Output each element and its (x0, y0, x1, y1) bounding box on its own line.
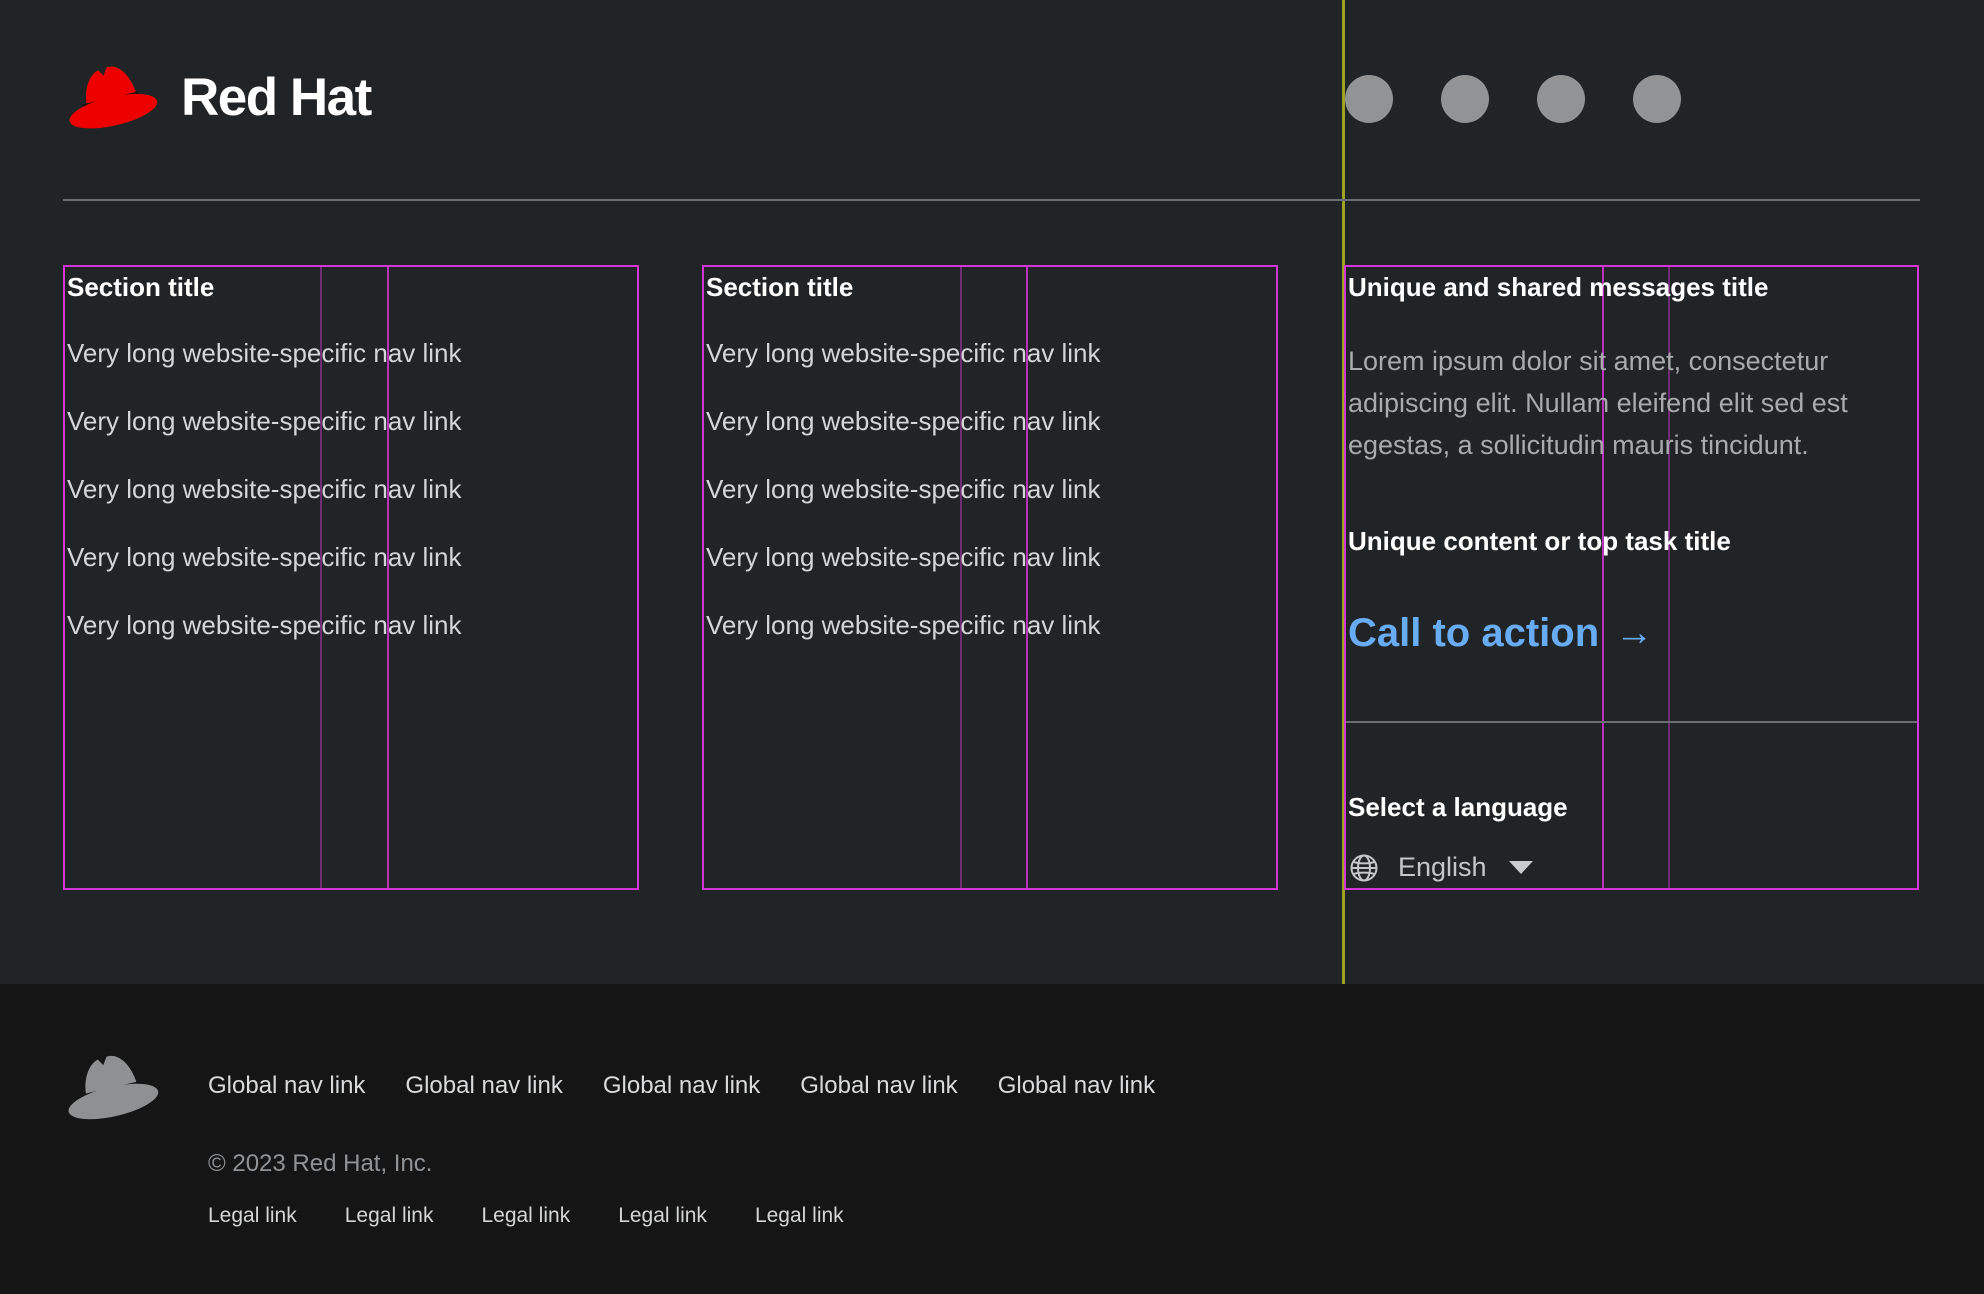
nav-link[interactable]: Very long website-specific nav link (67, 475, 637, 503)
arrow-right-icon: → (1615, 610, 1653, 656)
chevron-down-icon (1509, 861, 1533, 874)
globe-icon (1350, 854, 1378, 882)
language-selector[interactable]: English (1350, 852, 1533, 883)
social-icon-placeholder-2[interactable] (1441, 75, 1489, 123)
global-nav-link[interactable]: Global nav link (603, 1072, 760, 1100)
copyright-notice: © 2023 Red Hat, Inc. (208, 1150, 432, 1178)
legal-link[interactable]: Legal link (618, 1204, 707, 1228)
nav-link[interactable]: Very long website-specific nav link (67, 339, 637, 367)
language-title: Select a language (1348, 793, 1568, 821)
language-divider (1346, 721, 1917, 723)
nav-link[interactable]: Very long website-specific nav link (67, 407, 637, 435)
messages-section: Unique and shared messages title Lorem i… (1344, 265, 1919, 890)
nav-link[interactable]: Very long website-specific nav link (706, 339, 1276, 367)
redhat-hat-gray-icon (60, 1046, 162, 1128)
top-task-title: Unique content or top task title (1348, 527, 1917, 555)
nav-link[interactable]: Very long website-specific nav link (706, 611, 1276, 639)
nav-link[interactable]: Very long website-specific nav link (67, 543, 637, 571)
nav-link[interactable]: Very long website-specific nav link (67, 611, 637, 639)
header-divider (63, 199, 1920, 201)
redhat-footer-mockup: Red Hat Section title Very long website-… (0, 0, 1984, 1294)
social-icon-placeholder-3[interactable] (1537, 75, 1585, 123)
global-nav-link[interactable]: Global nav link (800, 1072, 957, 1100)
nav-section-2: Section title Very long website-specific… (702, 265, 1278, 890)
global-nav-link[interactable]: Global nav link (405, 1072, 562, 1100)
global-nav-links: Global nav link Global nav link Global n… (208, 1072, 1155, 1100)
cta-label: Call to action (1348, 610, 1599, 656)
social-icons-row (1345, 75, 1681, 123)
redhat-logo[interactable]: Red Hat (63, 56, 371, 138)
redhat-hat-icon (63, 56, 159, 138)
selected-language: English (1398, 852, 1487, 883)
call-to-action-link[interactable]: Call to action → (1348, 610, 1653, 656)
global-footer: Global nav link Global nav link Global n… (0, 984, 1984, 1294)
social-icon-placeholder-1[interactable] (1345, 75, 1393, 123)
section-title: Section title (706, 273, 1276, 301)
messages-title: Unique and shared messages title (1348, 273, 1917, 301)
legal-link[interactable]: Legal link (481, 1204, 570, 1228)
nav-link[interactable]: Very long website-specific nav link (706, 543, 1276, 571)
nav-link[interactable]: Very long website-specific nav link (706, 475, 1276, 503)
global-nav-link[interactable]: Global nav link (998, 1072, 1155, 1100)
redhat-wordmark: Red Hat (181, 67, 371, 128)
global-nav-link[interactable]: Global nav link (208, 1072, 365, 1100)
messages-body: Lorem ipsum dolor sit amet, consectetur … (1348, 340, 1917, 466)
nav-section-1: Section title Very long website-specific… (63, 265, 639, 890)
legal-links: Legal link Legal link Legal link Legal l… (208, 1204, 844, 1228)
section-title: Section title (67, 273, 637, 301)
legal-link[interactable]: Legal link (345, 1204, 434, 1228)
legal-link[interactable]: Legal link (208, 1204, 297, 1228)
legal-link[interactable]: Legal link (755, 1204, 844, 1228)
social-icon-placeholder-4[interactable] (1633, 75, 1681, 123)
nav-link[interactable]: Very long website-specific nav link (706, 407, 1276, 435)
